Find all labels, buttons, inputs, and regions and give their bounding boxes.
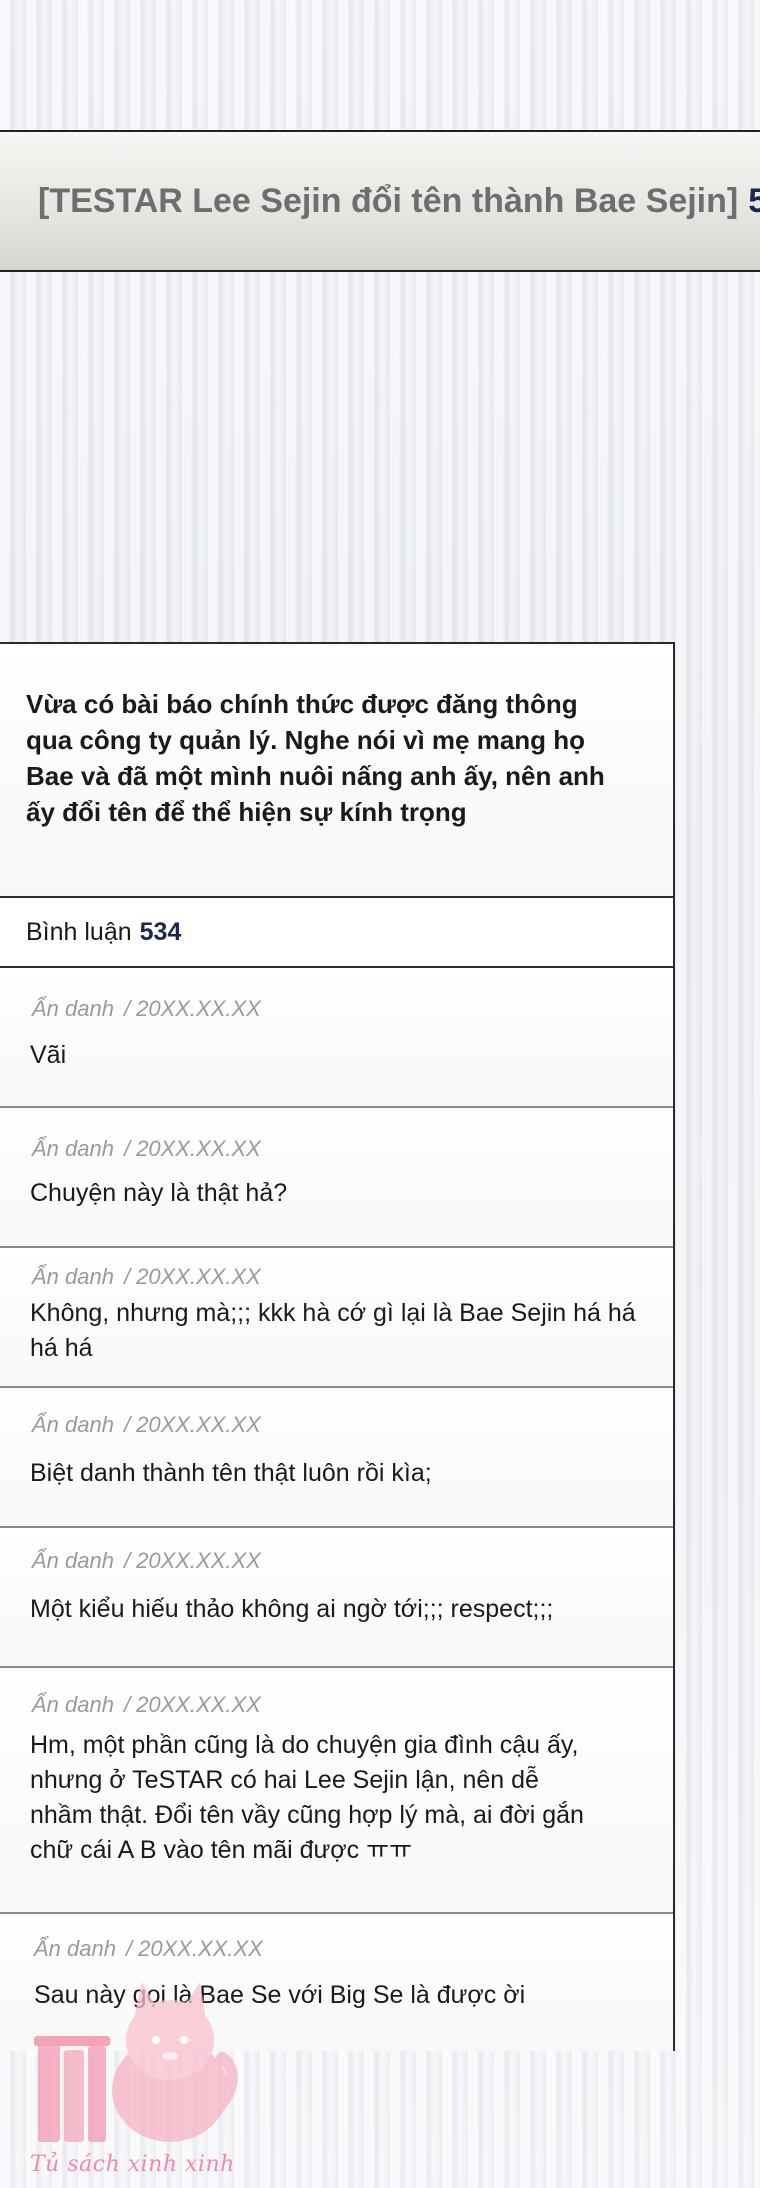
comment-text: Chuyện này là thật hả? — [30, 1179, 288, 1207]
comment-date: 20XX.XX.XX — [136, 1692, 261, 1717]
comment-meta: Ẩn danh/20XX.XX.XX — [32, 1548, 261, 1573]
comment-item: Ẩn danh/20XX.XX.XX Biệt danh thành tên t… — [0, 1388, 673, 1528]
comment-date: 20XX.XX.XX — [138, 1936, 263, 1961]
comment-author: Ẩn danh — [32, 996, 114, 1021]
comment-item: Ẩn danh/20XX.XX.XX Một kiểu hiếu thảo kh… — [0, 1528, 673, 1668]
comment-author: Ẩn danh — [32, 1548, 114, 1573]
comment-author: Ẩn danh — [32, 1136, 114, 1161]
comment-author: Ẩn danh — [34, 1936, 116, 1961]
comment-date: 20XX.XX.XX — [136, 1412, 261, 1437]
watermark-icon — [34, 1982, 238, 2142]
comment-date: 20XX.XX.XX — [136, 1264, 261, 1289]
headline-title: [TESTAR Lee Sejin đổi tên thành Bae Seji… — [38, 181, 739, 220]
comment-text: Biệt danh thành tên thật luôn rồi kìa; — [30, 1459, 432, 1487]
comment-meta: Ẩn danh/20XX.XX.XX — [32, 996, 261, 1021]
comments-count: 534 — [139, 917, 182, 946]
comment-date: 20XX.XX.XX — [136, 1548, 261, 1573]
comment-author: Ẩn danh — [32, 1264, 114, 1289]
comment-item: Ẩn danh/20XX.XX.XX Chuyện này là thật hả… — [0, 1108, 673, 1248]
watermark-cat-books-logo — [30, 1970, 240, 2180]
comment-item: Ẩn danh/20XX.XX.XX Vãi — [0, 968, 673, 1108]
comment-meta: Ẩn danh/20XX.XX.XX — [32, 1412, 261, 1437]
article-panel: Vừa có bài báo chính thức được đăng thôn… — [0, 642, 675, 2051]
comment-item: Ẩn danh/20XX.XX.XX Không, nhưng mà;;; kk… — [0, 1248, 673, 1388]
comment-meta: Ẩn danh/20XX.XX.XX — [32, 1692, 261, 1717]
comment-author: Ẩn danh — [32, 1412, 114, 1437]
comment-meta: Ẩn danh/20XX.XX.XX — [32, 1136, 261, 1161]
article-body: Vừa có bài báo chính thức được đăng thôn… — [0, 644, 673, 898]
article-text: Vừa có bài báo chính thức được đăng thôn… — [26, 689, 605, 827]
comment-date: 20XX.XX.XX — [136, 1136, 261, 1161]
headline-comment-count: 534 — [748, 182, 760, 221]
comment-meta: Ẩn danh/20XX.XX.XX — [32, 1264, 261, 1289]
comment-text: Không, nhưng mà;;; kkk hà cớ gì lại là B… — [30, 1299, 636, 1362]
headline-bar: [TESTAR Lee Sejin đổi tên thành Bae Seji… — [0, 130, 760, 272]
comment-date: 20XX.XX.XX — [136, 996, 261, 1021]
comment-author: Ẩn danh — [32, 1692, 114, 1717]
comments-label: Bình luận — [26, 917, 132, 946]
comment-item: Ẩn danh/20XX.XX.XX Hm, một phần cũng là … — [0, 1668, 673, 1914]
comments-header: Bình luận 534 — [0, 898, 673, 968]
watermark-text: Tủ sách xinh xinh — [30, 2152, 235, 2177]
comment-text: Hm, một phần cũng là do chuyện gia đình … — [30, 1731, 584, 1864]
comment-meta: Ẩn danh/20XX.XX.XX — [34, 1936, 263, 1961]
comment-text: Một kiểu hiếu thảo không ai ngờ tới;;; r… — [30, 1595, 554, 1623]
comment-text: Vãi — [30, 1041, 67, 1069]
